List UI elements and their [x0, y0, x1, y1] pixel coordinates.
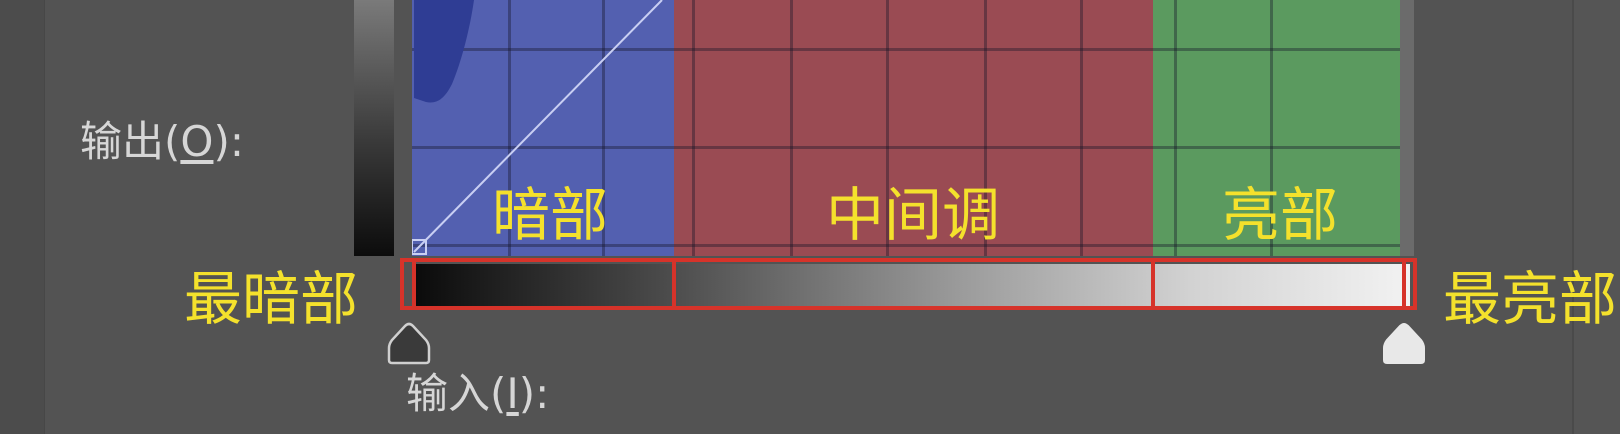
histogram-shape	[414, 0, 474, 103]
highlights-label: 亮部	[1222, 181, 1339, 249]
panel-left-edge	[0, 0, 45, 434]
darkest-marker	[412, 262, 416, 308]
output-label: 输出(O):	[80, 117, 244, 166]
panel-right-edge	[1572, 0, 1620, 434]
darkest-label: 最暗部	[184, 265, 359, 333]
brightest-label: 最亮部	[1443, 265, 1618, 333]
slider-shape	[387, 322, 431, 365]
white-point-slider-icon[interactable]	[1380, 320, 1428, 366]
slider-shape	[1383, 323, 1425, 364]
highlights-range-box	[1151, 258, 1417, 310]
midtones-label: 中间调	[826, 181, 1001, 249]
output-gradient-strip	[354, 0, 394, 256]
brightest-marker	[1402, 262, 1406, 308]
graph-right-border	[1400, 0, 1414, 256]
shadows-label: 暗部	[492, 181, 609, 249]
input-label: 输入(I):	[406, 369, 550, 418]
shadows-range-box	[400, 258, 676, 310]
midtones-range-box	[672, 258, 1155, 310]
